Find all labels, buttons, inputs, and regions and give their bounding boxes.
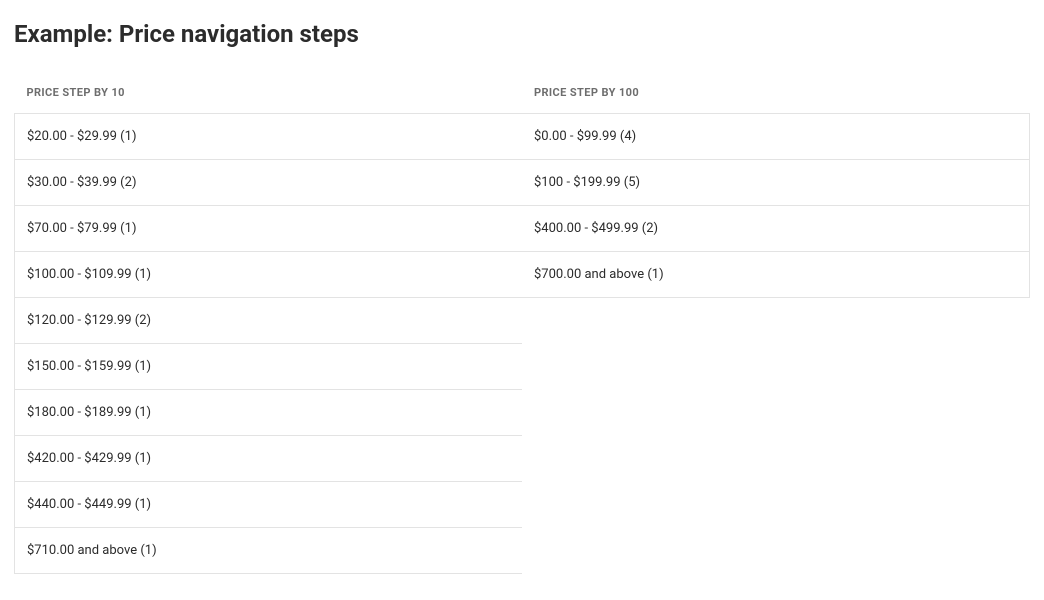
price-range-cell: $30.00 - $39.99 (2) bbox=[15, 160, 523, 206]
price-range-cell: $710.00 and above (1) bbox=[15, 528, 523, 574]
price-range-cell: $150.00 - $159.99 (1) bbox=[15, 344, 523, 390]
column-header-step-100: PRICE STEP BY 100 bbox=[522, 72, 1030, 114]
empty-cell bbox=[522, 344, 1030, 390]
table-row: $420.00 - $429.99 (1) bbox=[15, 436, 1030, 482]
empty-cell bbox=[522, 436, 1030, 482]
price-range-cell: $100.00 - $109.99 (1) bbox=[15, 252, 523, 298]
price-range-cell: $20.00 - $29.99 (1) bbox=[15, 114, 523, 160]
column-header-step-10: PRICE STEP BY 10 bbox=[15, 72, 523, 114]
price-range-cell: $0.00 - $99.99 (4) bbox=[522, 114, 1030, 160]
table-row: $70.00 - $79.99 (1) $400.00 - $499.99 (2… bbox=[15, 206, 1030, 252]
table-row: $30.00 - $39.99 (2) $100 - $199.99 (5) bbox=[15, 160, 1030, 206]
table-row: $20.00 - $29.99 (1) $0.00 - $99.99 (4) bbox=[15, 114, 1030, 160]
price-range-cell: $100 - $199.99 (5) bbox=[522, 160, 1030, 206]
table-row: $180.00 - $189.99 (1) bbox=[15, 390, 1030, 436]
empty-cell bbox=[522, 390, 1030, 436]
price-range-cell: $440.00 - $449.99 (1) bbox=[15, 482, 523, 528]
table-row: $120.00 - $129.99 (2) bbox=[15, 298, 1030, 344]
price-navigation-table: PRICE STEP BY 10 PRICE STEP BY 100 $20.0… bbox=[14, 72, 1030, 574]
table-row: $440.00 - $449.99 (1) bbox=[15, 482, 1030, 528]
price-range-cell: $180.00 - $189.99 (1) bbox=[15, 390, 523, 436]
price-range-cell: $700.00 and above (1) bbox=[522, 252, 1030, 298]
table-row: $100.00 - $109.99 (1) $700.00 and above … bbox=[15, 252, 1030, 298]
table-row: $150.00 - $159.99 (1) bbox=[15, 344, 1030, 390]
page-title: Example: Price navigation steps bbox=[14, 20, 1030, 48]
price-range-cell: $400.00 - $499.99 (2) bbox=[522, 206, 1030, 252]
table-row: $710.00 and above (1) bbox=[15, 528, 1030, 574]
price-range-cell: $70.00 - $79.99 (1) bbox=[15, 206, 523, 252]
price-range-cell: $120.00 - $129.99 (2) bbox=[15, 298, 523, 344]
empty-cell bbox=[522, 482, 1030, 528]
empty-cell bbox=[522, 528, 1030, 574]
price-range-cell: $420.00 - $429.99 (1) bbox=[15, 436, 523, 482]
empty-cell bbox=[522, 298, 1030, 344]
